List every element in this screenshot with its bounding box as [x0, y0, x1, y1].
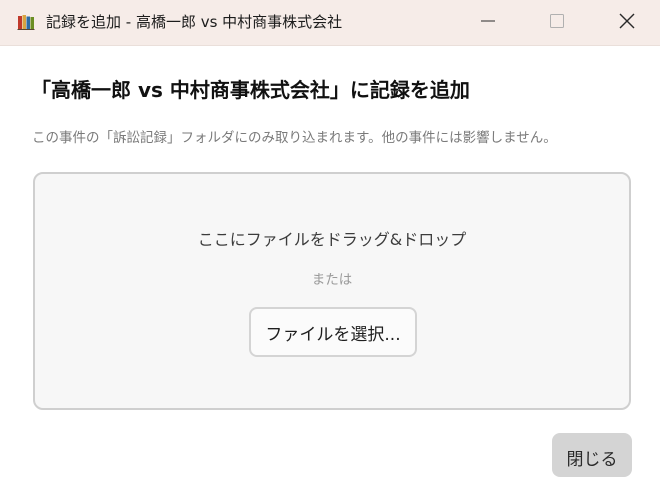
window-close-button[interactable]	[604, 0, 650, 46]
dropzone-or-label: または	[311, 272, 353, 288]
dialog-heading: 「高橋一郎 vs 中村商事株式会社」に記録を追加	[31, 78, 470, 102]
minimize-button[interactable]	[465, 0, 511, 46]
books-icon	[17, 14, 35, 30]
dropzone-title: ここにファイルをドラッグ&ドロップ	[197, 230, 467, 249]
file-dropzone[interactable]: ここにファイルをドラッグ&ドロップ または ファイルを選択...	[33, 172, 631, 410]
window-title: 記録を追加 - 高橋一郎 vs 中村商事株式会社	[46, 13, 343, 31]
select-file-button[interactable]: ファイルを選択...	[249, 307, 417, 357]
close-icon	[618, 12, 636, 34]
close-dialog-button[interactable]: 閉じる	[552, 433, 632, 477]
minimize-icon	[480, 13, 496, 33]
maximize-icon	[549, 13, 565, 33]
maximize-button[interactable]	[534, 0, 580, 46]
dialog-description: この事件の「訴訟記録」フォルダにのみ取り込まれます。他の事件には影響しません。	[32, 130, 557, 146]
window-titlebar: 記録を追加 - 高橋一郎 vs 中村商事株式会社	[0, 0, 660, 46]
